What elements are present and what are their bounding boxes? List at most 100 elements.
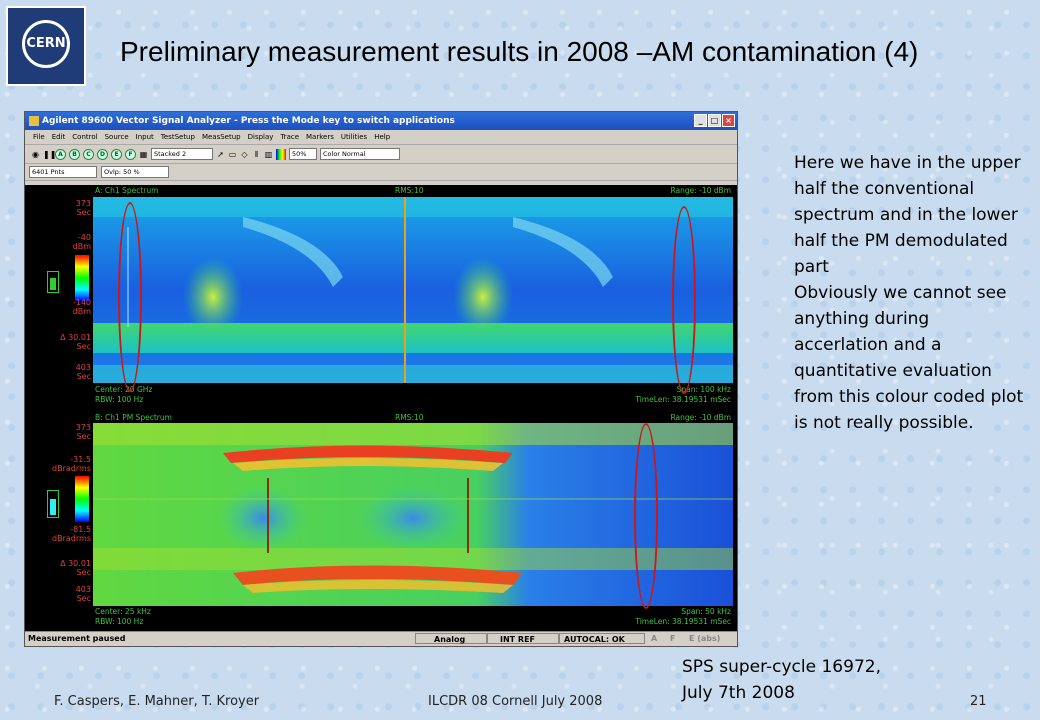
cern-logo-text: CERN	[26, 36, 66, 51]
close-button[interactable]: ×	[722, 114, 735, 127]
status-intref-box: INT REF	[487, 633, 559, 644]
trace-a-scale-top-unit: dBm	[72, 242, 91, 251]
trace-a-timelen: TimeLen: 38.19531 mSec	[635, 395, 731, 404]
trace-b-center: Center: 25 kHz	[95, 607, 151, 616]
annotation-ellipse-left	[118, 202, 142, 392]
trace-b-level-meter	[47, 490, 59, 518]
trace-b-delta-unit: Sec	[76, 568, 91, 577]
trace-b-rbw: RBW: 100 Hz	[95, 617, 144, 626]
status-autocal-box: AUTOCAL: OK	[559, 633, 645, 644]
layout-select[interactable]: Stacked 2	[151, 148, 213, 160]
footer-authors: F. Caspers, E. Mahner, T. Kroyer	[54, 694, 260, 709]
menu-testsetup[interactable]: TestSetup	[161, 133, 195, 141]
overlap-select[interactable]: Ovlp: 50 %	[101, 166, 169, 178]
description-paragraph-2: Obviously we cannot see anything during …	[794, 283, 1024, 433]
menu-display[interactable]: Display	[248, 133, 274, 141]
trace-b-footer-2: RBW: 100 Hz TimeLen: 38.19531 mSec	[93, 617, 737, 627]
trace-c-button[interactable]: C	[83, 148, 94, 160]
trace-b-time-bottom: 403	[75, 585, 91, 594]
trace-b-header: B: Ch1 PM Spectrum RMS:10 Range: -10 dBm	[93, 413, 737, 423]
slide-title: Preliminary measurement results in 2008 …	[120, 36, 919, 67]
pause-icon[interactable]: ❚❚	[43, 149, 56, 160]
color-scale-icon	[276, 148, 286, 160]
trace-b-scale-bottom: -81.5	[70, 525, 91, 534]
trace-a-time-top: 373	[75, 199, 91, 208]
window-titlebar: Agilent 89600 Vector Signal Analyzer - P…	[25, 112, 737, 130]
trace-a-color-scale	[75, 255, 89, 301]
marker-icon[interactable]: ◇	[240, 149, 249, 160]
menu-help[interactable]: Help	[374, 133, 390, 141]
trace-b-title: B: Ch1 PM Spectrum	[95, 413, 172, 422]
description-paragraph-1: Here we have in the upper half the conve…	[794, 153, 1021, 277]
record-icon[interactable]: ◉	[31, 149, 40, 160]
trace-a-scale-column: 373 Sec -40 dBm -140 dBm Δ 30.01 Sec 403…	[25, 185, 93, 412]
caption-line-1: SPS super-cycle 16972,	[682, 657, 881, 677]
trace-a-time-bottom-unit: Sec	[76, 372, 91, 381]
trace-a-scale-bottom: -140	[72, 298, 91, 307]
trace-b-scale-bottom-unit: dBradrms	[52, 534, 91, 543]
annotation-ellipse-right-top	[672, 206, 696, 394]
menu-edit[interactable]: Edit	[52, 133, 66, 141]
grid-icon[interactable]: ▦	[139, 149, 148, 160]
trace-f-button[interactable]: F	[125, 148, 136, 160]
menu-source[interactable]: Source	[105, 133, 129, 141]
status-f: F	[670, 634, 676, 643]
trace-a-button[interactable]: A	[55, 148, 66, 160]
status-autocal: AUTOCAL: OK	[564, 635, 625, 644]
trace-e-button[interactable]: E	[111, 148, 122, 160]
menu-control[interactable]: Control	[72, 133, 97, 141]
menu-file[interactable]: File	[33, 133, 45, 141]
minimize-button[interactable]: _	[694, 114, 707, 127]
footer-page-number: 21	[970, 694, 987, 709]
trace-a-footer-2: RBW: 100 Hz TimeLen: 38.19531 mSec	[93, 395, 737, 405]
trace-b-button[interactable]: B	[69, 148, 80, 160]
trace-a-level-meter	[47, 271, 59, 293]
slide-description: Here we have in the upper half the conve…	[794, 150, 1024, 436]
trace-b-time-top-unit: Sec	[76, 432, 91, 441]
status-message: Measurement paused	[28, 634, 126, 643]
trace-a-rms: RMS:10	[395, 186, 424, 195]
trace-b-pane: 373 Sec -31.5 dBradrms -81.5 dBradrms Δ …	[25, 412, 737, 632]
menu-input[interactable]: Input	[136, 133, 154, 141]
trace-d-button[interactable]: D	[97, 148, 108, 160]
pointer-icon[interactable]: ➚	[216, 149, 225, 160]
trace-b-delta: Δ 30.01	[60, 559, 91, 568]
menu-meassetup[interactable]: MeasSetup	[202, 133, 241, 141]
trace-b-range: Range: -10 dBm	[670, 413, 731, 422]
annotation-ellipse-right-bottom	[634, 423, 658, 609]
trace-b-footer: Center: 25 kHz Span: 50 kHz	[93, 607, 737, 617]
trace-a-time-bottom: 403	[75, 363, 91, 372]
menu-trace[interactable]: Trace	[280, 133, 299, 141]
chart-icon[interactable]: ▥	[264, 149, 273, 160]
trace-a-delta-unit: Sec	[76, 342, 91, 351]
bars-icon[interactable]: ⦀	[252, 149, 261, 160]
menu-markers[interactable]: Markers	[306, 133, 334, 141]
color-mode-select[interactable]: Color Normal	[320, 148, 400, 160]
status-a: A	[651, 634, 658, 643]
status-e: E (abs)	[689, 634, 721, 643]
trace-a-scale-top: -40	[77, 233, 91, 242]
secondary-toolbar: 6401 Pnts Ovlp: 50 %	[25, 164, 737, 181]
trace-a-scale-bottom-unit: dBm	[72, 307, 91, 316]
trace-b-timelen: TimeLen: 38.19531 mSec	[635, 617, 731, 626]
trace-b-span: Span: 50 kHz	[681, 607, 731, 616]
window-title: Agilent 89600 Vector Signal Analyzer - P…	[42, 116, 455, 126]
main-toolbar: ◉ ❚❚ A B C D E F ▦ Stacked 2 ➚ ▭ ◇ ⦀ ▥ 5…	[25, 145, 737, 164]
trace-a-delta: Δ 30.01	[60, 333, 91, 342]
menu-utilities[interactable]: Utilities	[341, 133, 367, 141]
trace-a-spectrogram[interactable]	[93, 197, 733, 383]
trace-b-scale-column: 373 Sec -31.5 dBradrms -81.5 dBradrms Δ …	[25, 412, 93, 632]
status-analog-box: Analog	[415, 633, 487, 644]
trace-a-title: A: Ch1 Spectrum	[95, 186, 159, 195]
caption-line-2: July 7th 2008	[682, 683, 795, 703]
app-icon	[29, 116, 39, 126]
percent-select[interactable]: 50%	[289, 148, 317, 160]
points-select[interactable]: 6401 Pnts	[29, 166, 97, 178]
zoom-box-icon[interactable]: ▭	[228, 149, 237, 160]
footer-conference: ILCDR 08 Cornell July 2008	[428, 694, 603, 709]
status-intref: INT REF	[500, 635, 536, 644]
trace-a-footer: Center: 20 GHz Span: 100 kHz	[93, 385, 737, 395]
trace-a-range: Range: -10 dBm	[670, 186, 731, 195]
trace-a-header: A: Ch1 Spectrum RMS:10 Range: -10 dBm	[93, 186, 737, 196]
maximize-button[interactable]: □	[708, 114, 721, 127]
